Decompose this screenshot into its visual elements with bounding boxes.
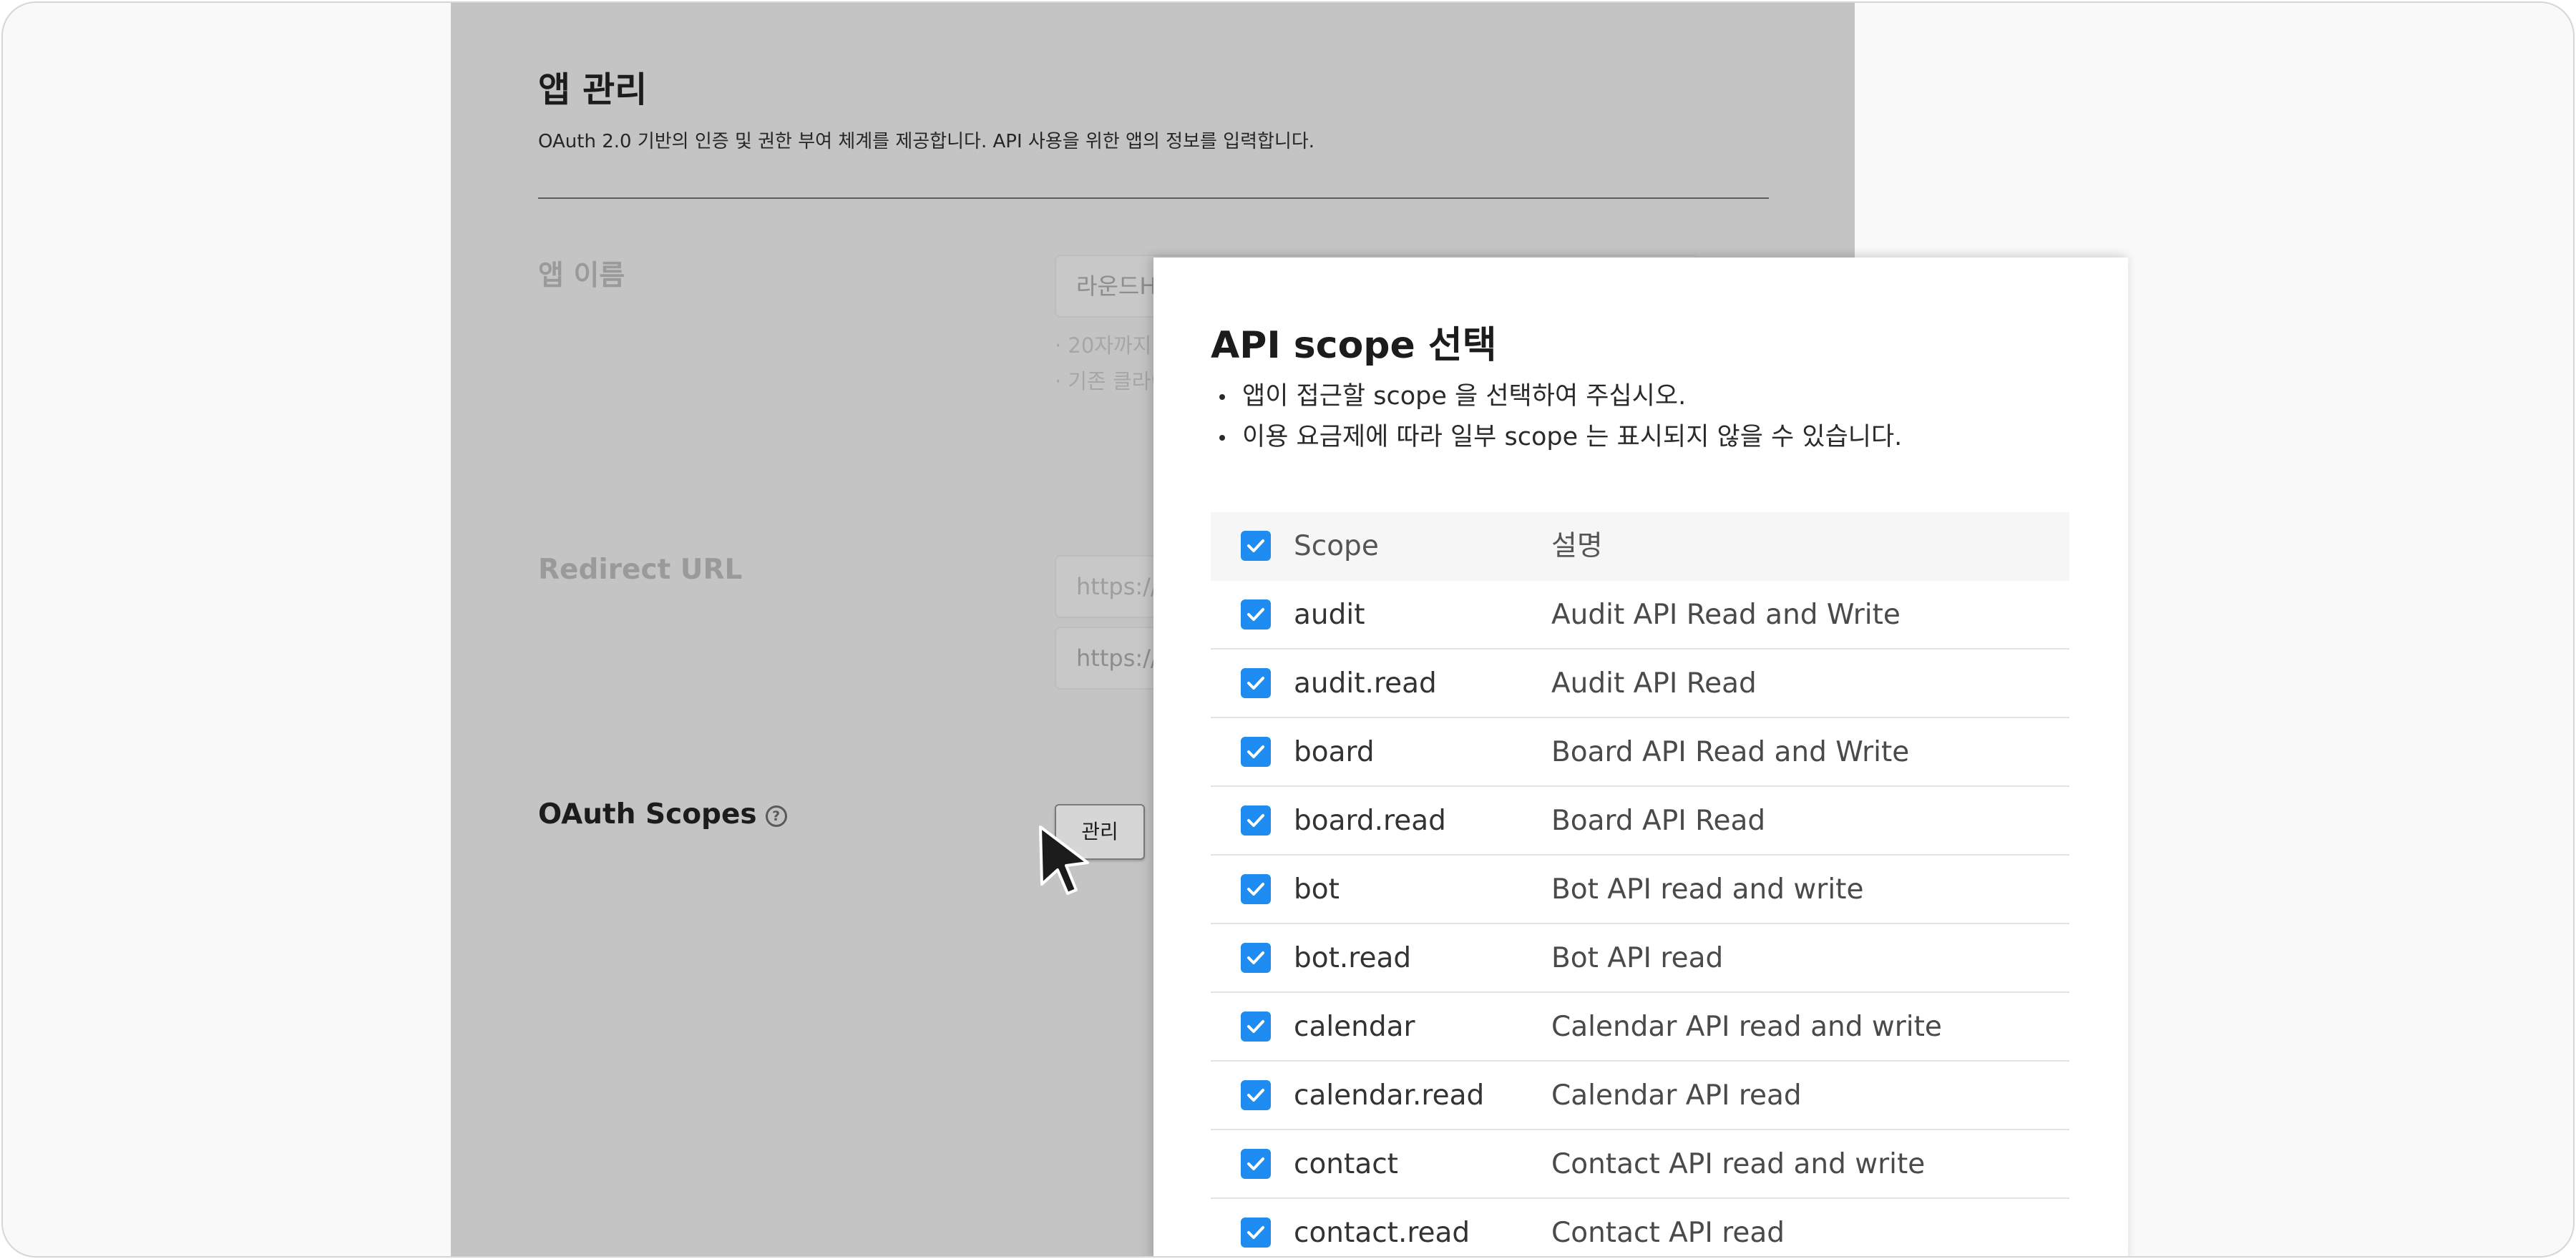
modal-notes: 앱이 접근할 scope 을 선택하여 주십시오. 이용 요금제에 따라 일부 … bbox=[1219, 376, 1902, 458]
oauth-scopes-label-text: OAuth Scopes bbox=[538, 798, 757, 831]
scope-description: Audit API Read bbox=[1551, 667, 1757, 700]
help-icon[interactable]: ? bbox=[765, 805, 787, 827]
oauth-scopes-label: OAuth Scopes? bbox=[538, 798, 787, 831]
table-row[interactable]: contact.read Contact API read bbox=[1211, 1199, 2069, 1256]
scope-checkbox[interactable] bbox=[1241, 1149, 1271, 1179]
scope-table: Scope 설명 audit Audit API Read and Write au… bbox=[1211, 512, 2069, 1256]
scope-name: audit bbox=[1294, 599, 1365, 631]
scope-name: bot.read bbox=[1294, 942, 1412, 974]
modal-note-text: 이용 요금제에 따라 일부 scope 는 표시되지 않을 수 있습니다. bbox=[1242, 423, 1903, 451]
table-row[interactable]: board.read Board API Read bbox=[1211, 787, 2069, 856]
app-name-label: 앱 이름 bbox=[538, 260, 625, 292]
table-body: audit Audit API Read and Write audit.read A… bbox=[1211, 581, 2069, 1256]
scope-name: calendar.read bbox=[1294, 1079, 1485, 1112]
table-row[interactable]: bot.read Bot API read bbox=[1211, 924, 2069, 993]
scope-name: calendar bbox=[1294, 1011, 1415, 1043]
check-icon bbox=[1247, 608, 1264, 621]
table-row[interactable]: audit Audit API Read and Write bbox=[1211, 581, 2069, 650]
check-icon bbox=[1247, 951, 1264, 964]
check-icon bbox=[1247, 1089, 1264, 1102]
check-icon bbox=[1247, 814, 1264, 827]
scope-checkbox[interactable] bbox=[1241, 1011, 1271, 1042]
scope-name: board bbox=[1294, 736, 1375, 768]
scope-name: audit.read bbox=[1294, 667, 1437, 700]
page-title: 앱 관리 bbox=[538, 69, 648, 110]
check-icon bbox=[1247, 539, 1264, 552]
scope-description: Contact API read and write bbox=[1551, 1148, 1926, 1180]
scope-description: Bot API read and write bbox=[1551, 873, 1864, 906]
scope-name: contact bbox=[1294, 1148, 1398, 1180]
page-description: OAuth 2.0 기반의 인증 및 권한 부여 체계를 제공합니다. API … bbox=[538, 131, 1315, 152]
table-row[interactable]: board Board API Read and Write bbox=[1211, 718, 2069, 787]
modal-note: 이용 요금제에 따라 일부 scope 는 표시되지 않을 수 있습니다. bbox=[1219, 417, 1902, 458]
scope-checkbox[interactable] bbox=[1241, 943, 1271, 973]
scope-description: Contact API read bbox=[1551, 1217, 1785, 1249]
bullet-icon bbox=[1219, 435, 1225, 441]
page-divider bbox=[538, 197, 1769, 199]
check-icon bbox=[1247, 1226, 1264, 1239]
scope-checkbox[interactable] bbox=[1241, 874, 1271, 904]
redirect-url-label: Redirect URL bbox=[538, 554, 743, 586]
scope-checkbox[interactable] bbox=[1241, 805, 1271, 836]
table-row[interactable]: calendar.read Calendar API read bbox=[1211, 1062, 2069, 1130]
table-row[interactable]: bot Bot API read and write bbox=[1211, 856, 2069, 924]
scope-checkbox[interactable] bbox=[1241, 668, 1271, 698]
check-icon bbox=[1247, 1020, 1264, 1033]
column-header-description: 설명 bbox=[1551, 530, 1603, 562]
scope-checkbox[interactable] bbox=[1241, 1218, 1271, 1248]
modal-note-text: 앱이 접근할 scope 을 선택하여 주십시오. bbox=[1242, 382, 1687, 411]
scope-description: Calendar API read bbox=[1551, 1079, 1802, 1112]
modal-title: API scope 선택 bbox=[1211, 324, 1497, 367]
check-icon bbox=[1247, 745, 1264, 758]
scope-description: Calendar API read and write bbox=[1551, 1011, 1942, 1043]
scope-description: Bot API read bbox=[1551, 942, 1724, 974]
select-all-checkbox[interactable] bbox=[1241, 531, 1271, 561]
table-row[interactable]: calendar Calendar API read and write bbox=[1211, 993, 2069, 1062]
modal-note: 앱이 접근할 scope 을 선택하여 주십시오. bbox=[1219, 376, 1902, 417]
scope-description: Board API Read bbox=[1551, 805, 1766, 837]
scope-name: contact.read bbox=[1294, 1217, 1470, 1249]
scope-checkbox[interactable] bbox=[1241, 599, 1271, 630]
table-row[interactable]: contact Contact API read and write bbox=[1211, 1130, 2069, 1199]
scope-checkbox[interactable] bbox=[1241, 1080, 1271, 1110]
bullet-icon bbox=[1219, 394, 1225, 400]
scope-description: Board API Read and Write bbox=[1551, 736, 1910, 768]
api-scope-modal: API scope 선택 앱이 접근할 scope 을 선택하여 주십시오. 이… bbox=[1153, 258, 2128, 1256]
table-header: Scope 설명 bbox=[1211, 512, 2069, 581]
mouse-cursor-icon bbox=[1039, 826, 1089, 895]
screen-frame: 앱 관리 OAuth 2.0 기반의 인증 및 권한 부여 체계를 제공합니다.… bbox=[1, 1, 2575, 1258]
scope-description: Audit API Read and Write bbox=[1551, 599, 1901, 631]
scope-checkbox[interactable] bbox=[1241, 737, 1271, 767]
check-icon bbox=[1247, 883, 1264, 896]
scope-name: board.read bbox=[1294, 805, 1446, 837]
scope-name: bot bbox=[1294, 873, 1340, 906]
table-row[interactable]: audit.read Audit API Read bbox=[1211, 650, 2069, 718]
check-icon bbox=[1247, 677, 1264, 690]
check-icon bbox=[1247, 1157, 1264, 1170]
column-header-scope: Scope bbox=[1294, 530, 1379, 562]
